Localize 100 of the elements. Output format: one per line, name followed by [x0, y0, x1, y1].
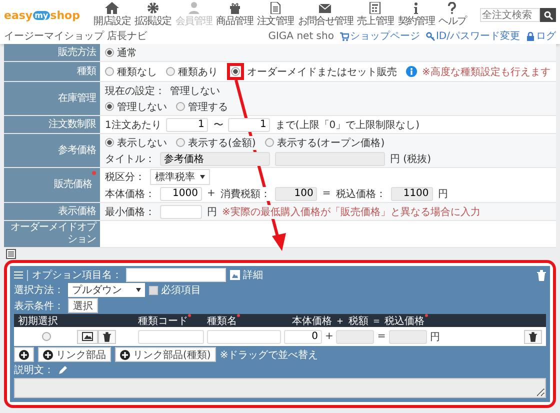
- input-field[interactable]: 100: [275, 186, 318, 200]
- search-button[interactable]: [540, 8, 556, 22]
- nav-item[interactable]: 契約管理: [396, 2, 437, 28]
- radio-option[interactable]: 表示しない: [105, 136, 167, 150]
- total-field[interactable]: [388, 330, 427, 344]
- calculator-icon: [368, 2, 382, 14]
- menu-icon[interactable]: [14, 271, 23, 279]
- search-field[interactable]: 全注文検索: [480, 8, 540, 22]
- image-icon: [230, 270, 240, 280]
- radio-option[interactable]: オーダーメイドまたはセット販売: [227, 63, 397, 80]
- form-text: まで(上限「0」で上限制限なし): [275, 118, 420, 132]
- radio-option[interactable]: 種類あり: [166, 64, 218, 78]
- select-button[interactable]: 選択: [68, 298, 98, 313]
- radio-circle[interactable]: [231, 67, 240, 76]
- add-button[interactable]: [14, 347, 34, 362]
- drag-hint: ※ドラッグで並べ替え: [220, 348, 318, 362]
- note-text: ※実際の最低購入価格が「販売価格」と異なる場合に入力: [222, 204, 480, 218]
- nav-item[interactable]: 商品管理: [214, 2, 255, 28]
- app-name: イージーマイショップ 店長ナビ: [4, 30, 148, 43]
- detail-button[interactable]: 詳細: [230, 268, 263, 282]
- input-field[interactable]: 1100: [390, 186, 433, 200]
- field-label: 販売価格: [54, 179, 92, 191]
- search-icon: [544, 10, 552, 20]
- option-name-field[interactable]: [126, 268, 226, 282]
- form-text: +: [207, 188, 216, 199]
- nav-item[interactable]: お問合せ管理: [296, 2, 355, 28]
- nav-item[interactable]: 注文管理: [254, 2, 296, 28]
- radio-option[interactable]: 種類なし: [105, 64, 157, 78]
- radio-circle[interactable]: [176, 102, 185, 111]
- header-link[interactable]: ID/パスワード変更: [426, 29, 520, 43]
- checkbox-icon[interactable]: [6, 249, 16, 259]
- document-icon: [268, 2, 282, 14]
- nav-item[interactable]: 売上管理: [355, 2, 396, 28]
- lock-icon: [526, 32, 535, 40]
- nav-item[interactable]: ヘルプ: [436, 2, 468, 28]
- input-field[interactable]: [160, 204, 202, 218]
- input-field[interactable]: 1: [228, 118, 270, 132]
- radio-circle[interactable]: [176, 138, 185, 147]
- delete-button[interactable]: [524, 330, 542, 344]
- form-text: 円: [207, 204, 217, 218]
- radio-option[interactable]: 表示する(オープン価格): [264, 136, 385, 150]
- field-label: 表示価格: [58, 206, 96, 218]
- form-text: 管理しない: [170, 84, 220, 98]
- gift-icon: [228, 2, 242, 14]
- trash-icon[interactable]: [537, 270, 546, 280]
- input-field[interactable]: [275, 152, 385, 166]
- radio-circle[interactable]: [105, 48, 114, 57]
- tax-field[interactable]: [336, 330, 374, 344]
- radio-option[interactable]: 表示する(金額): [176, 136, 256, 150]
- note-text: ※高度な種類設定も行えます: [422, 64, 550, 78]
- form-text: 1注文あたり: [105, 118, 162, 132]
- checkbox[interactable]: [149, 286, 158, 294]
- radio-circle[interactable]: [105, 67, 114, 76]
- header-link[interactable]: ショップページ: [340, 29, 420, 43]
- nav-item[interactable]: 開店設定: [92, 2, 133, 28]
- cart-icon: [340, 32, 349, 40]
- price-field[interactable]: 0: [284, 330, 322, 344]
- account-name: GIGA net sho: [268, 30, 334, 42]
- radio-circle[interactable]: [105, 138, 114, 147]
- required-checkbox[interactable]: 必須項目: [149, 283, 201, 297]
- field-label: オーダーメイドオプション: [10, 222, 96, 246]
- radio-option[interactable]: 通常: [105, 46, 137, 60]
- field-label: 参考価格: [58, 144, 96, 156]
- field-label: 説明文：: [14, 364, 54, 377]
- input-field[interactable]: 1000: [160, 186, 202, 200]
- radio-circle[interactable]: [264, 138, 274, 147]
- select-field[interactable]: プルダウン: [68, 283, 145, 297]
- unit-text: 円: [430, 330, 440, 344]
- input-field[interactable]: 参考価格: [160, 152, 270, 166]
- field-label: 注文数制限: [48, 118, 96, 130]
- delete-button[interactable]: [98, 330, 116, 344]
- column-header: 本体価格 ＋ 税額 ＝ 税込価格: [284, 314, 542, 328]
- column-header: 種類名: [207, 314, 281, 328]
- radio-circle[interactable]: [42, 332, 50, 341]
- name-field[interactable]: [207, 330, 281, 344]
- equals-sign: =: [377, 331, 386, 342]
- field-label: 販売方法: [58, 46, 96, 58]
- header-link[interactable]: ログ: [526, 29, 556, 43]
- input-field[interactable]: 1: [166, 118, 208, 132]
- radio-circle[interactable]: [105, 102, 114, 111]
- caret-icon: [200, 175, 205, 179]
- image-button[interactable]: [77, 330, 98, 344]
- home-icon: [105, 2, 120, 14]
- column-header: 初期選択: [18, 314, 59, 328]
- person-icon: [186, 2, 201, 14]
- select-field[interactable]: 標準税率: [150, 169, 210, 185]
- field-label: 選択方法：: [14, 284, 64, 297]
- code-field[interactable]: [138, 330, 204, 344]
- field-label: 表示条件：: [14, 300, 64, 312]
- add-link-button[interactable]: リンク部品(種類): [115, 347, 216, 362]
- pencil-icon[interactable]: [58, 365, 68, 375]
- add-link-button[interactable]: リンク部品: [38, 347, 111, 362]
- radio-option[interactable]: 管理する: [176, 100, 228, 114]
- description-field[interactable]: [14, 378, 546, 398]
- required-mark-icon: [92, 171, 96, 175]
- form-text: 円: [438, 186, 448, 200]
- radio-circle[interactable]: [166, 67, 175, 76]
- radio-option[interactable]: 管理しない: [105, 100, 167, 114]
- info-icon[interactable]: [406, 66, 417, 77]
- nav-item[interactable]: 拡張設定: [132, 2, 174, 28]
